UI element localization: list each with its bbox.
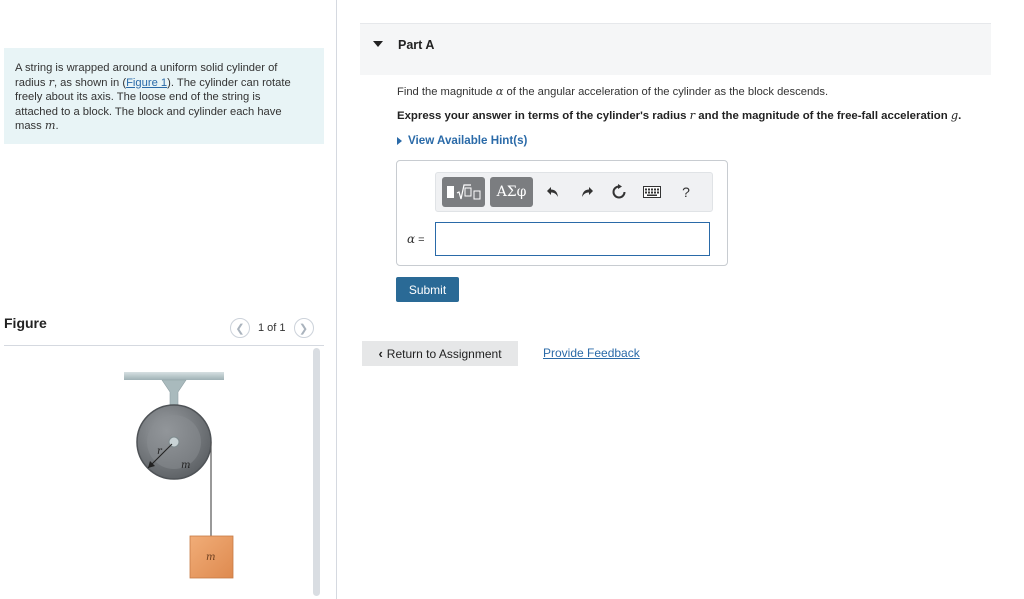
math-templates-icon[interactable] xyxy=(442,177,485,207)
part-title: Part A xyxy=(398,38,435,52)
answer-input[interactable] xyxy=(435,222,710,256)
greek-symbols-button[interactable]: ΑΣφ xyxy=(490,177,533,207)
cylinder-block-figure: r m m xyxy=(124,372,234,579)
expand-triangle-icon xyxy=(397,136,402,145)
answer-variable-label: α = xyxy=(407,232,425,246)
variable-m: m xyxy=(44,119,56,133)
provide-feedback-link[interactable]: Provide Feedback xyxy=(543,346,640,360)
figure-link[interactable]: Figure 1 xyxy=(126,77,167,89)
figure-divider xyxy=(4,345,324,346)
help-button[interactable]: ? xyxy=(675,181,697,203)
chevron-left-icon: ❮ xyxy=(235,322,245,335)
left-panel: A string is wrapped around a uniform sol… xyxy=(0,0,337,599)
chevron-right-icon: ❯ xyxy=(298,322,309,335)
prev-figure-button[interactable]: ❮ xyxy=(230,318,250,338)
submit-button[interactable]: Submit xyxy=(396,277,459,302)
redo-icon[interactable] xyxy=(576,181,598,203)
collapse-caret-icon[interactable] xyxy=(373,41,383,47)
answer-instructions: Express your answer in terms of the cyli… xyxy=(397,108,962,122)
problem-statement: A string is wrapped around a uniform sol… xyxy=(4,48,324,144)
answer-box: ΑΣφ ? α = xyxy=(396,160,728,266)
cylinder-mass-label: m xyxy=(181,460,190,471)
math-toolbar: ΑΣφ ? xyxy=(435,172,713,212)
figure-page-indicator: 1 of 1 xyxy=(258,322,286,334)
keyboard-icon[interactable] xyxy=(641,181,663,203)
block-mass-label: m xyxy=(206,552,215,563)
reset-icon[interactable] xyxy=(608,181,630,203)
question-text: Find the magnitude α of the angular acce… xyxy=(397,85,829,98)
part-a-header[interactable]: Part A xyxy=(360,23,991,75)
chevron-left-icon: ‹ xyxy=(378,346,383,361)
next-figure-button[interactable]: ❯ xyxy=(293,318,314,338)
view-hints-link[interactable]: View Available Hint(s) xyxy=(397,134,527,147)
undo-icon[interactable] xyxy=(542,181,564,203)
return-to-assignment-button[interactable]: ‹ Return to Assignment xyxy=(362,341,518,366)
ceiling xyxy=(124,372,224,380)
figure-pager: ❮ 1 of 1 ❯ xyxy=(230,318,314,338)
figure-title: Figure xyxy=(4,315,47,331)
figure-scrollbar[interactable] xyxy=(313,348,320,596)
